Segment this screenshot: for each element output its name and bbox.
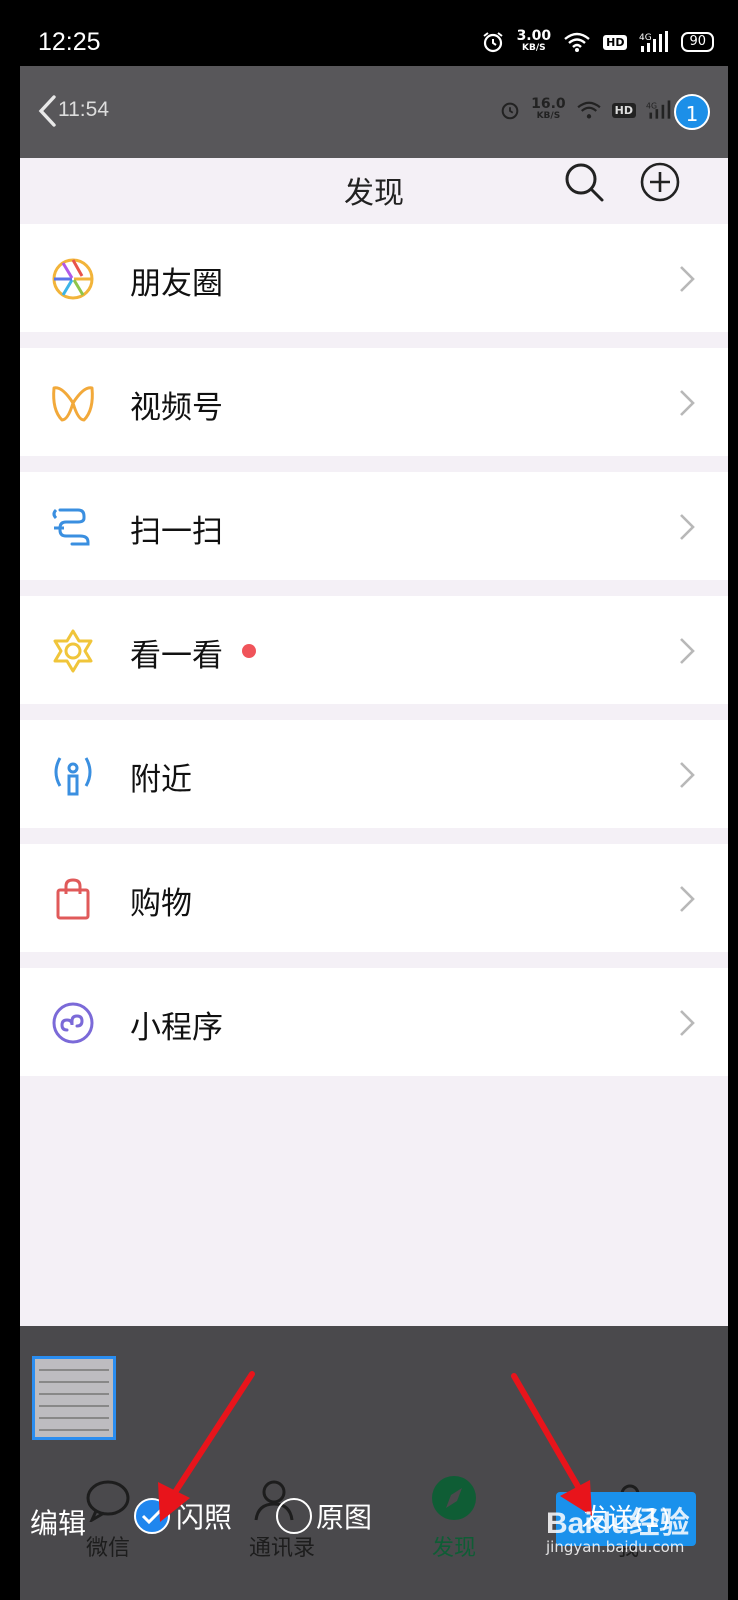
screen: 12:25 3.00 KB/S HD 4G 90 11:54 16.0 KB/S H… [0,0,738,1600]
wifi-icon [564,32,590,52]
status-icons: 3.00 KB/S HD 4G 90 [481,28,714,54]
chevron-right-icon [680,390,695,416]
menu-item-channels[interactable]: 视频号 [20,348,728,456]
top-stories-icon [53,629,93,673]
menu-item-label: 朋友圈 [130,266,223,302]
selected-image-thumbnail[interactable] [32,1356,116,1440]
preview-status-icons: 16.0 KB/S HD 4G [499,96,672,122]
battery-indicator: 90 [681,32,714,52]
scan-icon [52,508,90,546]
page-title: 发现 [344,176,404,211]
moments-aperture-icon [52,258,94,300]
new-content-dot [242,644,256,658]
chevron-right-icon [680,266,695,292]
image-preview: 11:54 16.0 KB/S HD 4G 1 发现 朋友圈 视频号 扫一扫 看… [20,66,728,1600]
original-image-toggle[interactable]: 原图 [276,1496,372,1536]
chat-bubble-icon [86,1480,130,1522]
add-circle-icon[interactable] [638,160,682,204]
status-time: 12:25 [38,28,101,56]
menu-item-top-stories[interactable]: 看一看 [20,596,728,704]
hd-badge: HD [603,34,628,50]
menu-item-nearby[interactable]: 附近 [20,720,728,828]
signal-4g-icon: 4G [646,100,671,119]
svg-text:4G: 4G [646,101,657,110]
system-status-bar: 12:25 3.00 KB/S HD 4G 90 [0,0,738,66]
chevron-right-icon [680,514,695,540]
discover-menu: 朋友圈 视频号 扫一扫 看一看 附近 购物 小程序 [20,224,728,1092]
nearby-icon [54,757,92,796]
wifi-icon [577,101,601,119]
tab-chats[interactable]: 微信 [80,1530,136,1562]
back-chevron-icon[interactable] [36,94,58,136]
chevron-right-icon [680,1010,695,1036]
search-icon[interactable] [562,160,606,204]
shopping-bag-icon [56,878,90,920]
menu-item-label: 视频号 [130,390,223,426]
menu-item-mini-programs[interactable]: 小程序 [20,968,728,1076]
preview-status-bar: 11:54 16.0 KB/S HD 4G 1 [20,66,728,158]
tab-discover[interactable]: 发现 [424,1530,484,1562]
discover-header: 发现 [20,158,728,222]
chevron-right-icon [680,762,695,788]
menu-item-label: 附近 [130,762,192,798]
chevron-right-icon [680,886,695,912]
menu-item-shopping[interactable]: 购物 [20,844,728,952]
annotation-arrow-left [158,1371,255,1522]
original-image-label: 原图 [316,1501,373,1534]
menu-item-label: 小程序 [130,1010,223,1046]
channels-icon [52,386,94,422]
network-speed: 3.00 KB/S [516,28,552,53]
edit-button[interactable]: 编辑 [30,1502,86,1542]
selected-count-badge[interactable]: 1 [674,94,710,130]
chevron-right-icon [680,638,695,664]
menu-item-moments[interactable]: 朋友圈 [20,224,728,332]
alarm-icon [482,32,503,53]
preview-time: 11:54 [58,98,109,121]
signal-4g-icon: 4G [639,31,669,52]
network-speed: 16.0 KB/S [531,96,566,121]
svg-text:4G: 4G [639,33,652,43]
menu-item-label: 看一看 [130,638,223,674]
hd-badge: HD [611,102,636,118]
discover-compass-icon [432,1476,476,1520]
radio-unchecked-icon [276,1498,312,1534]
baidu-watermark: Baidu经验 jingyan.baidu.com [546,1498,689,1556]
watermark-url: jingyan.baidu.com [546,1538,685,1556]
alarm-icon [501,102,519,120]
menu-item-scan[interactable]: 扫一扫 [20,472,728,580]
menu-item-label: 购物 [130,886,192,922]
watermark-logo: Baidu经验 [546,1507,690,1540]
mini-program-icon [52,1002,94,1044]
menu-item-label: 扫一扫 [130,514,223,550]
